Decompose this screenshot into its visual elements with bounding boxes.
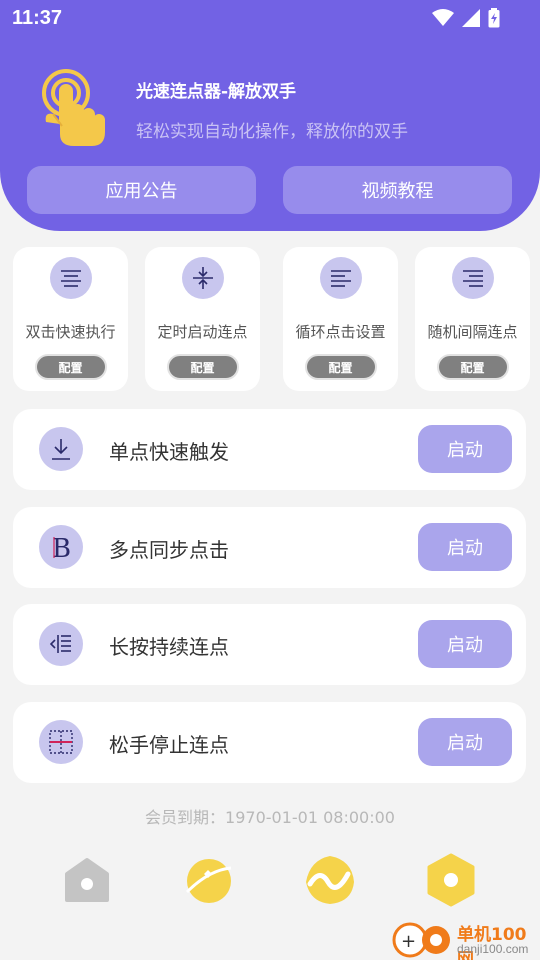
configure-button[interactable]: 配置: [304, 354, 377, 380]
watermark-logo-icon: +: [392, 922, 450, 958]
video-tutorial-button[interactable]: 视频教程: [283, 166, 512, 214]
feature-card-timed-start[interactable]: 定时启动连点 配置: [145, 247, 260, 391]
feature-label: 双击快速执行: [25, 323, 116, 341]
feature-label: 循环点击设置: [295, 323, 386, 341]
feature-card-loop-click[interactable]: 循环点击设置 配置: [283, 247, 398, 391]
align-left-icon: [319, 257, 362, 299]
configure-button[interactable]: 配置: [166, 354, 239, 380]
status-icons: [432, 8, 500, 28]
start-button[interactable]: 启动: [418, 718, 512, 766]
feature-label: 定时启动连点: [157, 323, 248, 341]
tap-hand-icon: [42, 69, 105, 146]
feature-card-random-interval[interactable]: 随机间隔连点 配置: [415, 247, 530, 391]
align-center-icon: [49, 257, 92, 299]
align-right-icon: [451, 257, 494, 299]
start-button[interactable]: 启动: [418, 425, 512, 473]
planet-icon[interactable]: [181, 852, 237, 908]
svg-text:B: B: [52, 534, 71, 560]
configure-button[interactable]: 配置: [34, 354, 107, 380]
app-subtitle: 轻松实现自动化操作，释放你的双手: [136, 122, 408, 142]
download-icon: [39, 427, 83, 471]
battery-icon: [488, 8, 500, 28]
mode-label: 单点快速触发: [109, 440, 229, 464]
status-bar: 11:37: [0, 0, 540, 36]
start-button[interactable]: 启动: [418, 620, 512, 668]
bold-b-icon: B: [39, 525, 83, 569]
feature-card-double-click[interactable]: 双击快速执行 配置: [13, 247, 128, 391]
settings-hexagon-icon[interactable]: [423, 852, 479, 908]
svg-text:+: +: [401, 931, 416, 952]
announcement-button[interactable]: 应用公告: [27, 166, 256, 214]
wave-icon[interactable]: [302, 852, 358, 908]
mode-label: 长按持续连点: [109, 635, 229, 659]
app-title: 光速连点器-解放双手: [136, 82, 297, 102]
mode-row-long-press: 长按持续连点 启动: [13, 604, 526, 685]
compress-icon: [181, 257, 224, 299]
signal-icon: [462, 9, 480, 27]
mode-label: 多点同步点击: [109, 538, 229, 562]
mode-label: 松手停止连点: [109, 733, 229, 757]
membership-expiry: 会员到期：1970-01-01 08:00:00: [145, 808, 395, 827]
mode-row-multi-point: B 多点同步点击 启动: [13, 507, 526, 588]
home-icon[interactable]: [59, 852, 115, 908]
start-button[interactable]: 启动: [418, 523, 512, 571]
feature-label: 随机间隔连点: [427, 323, 518, 341]
mode-row-single-point: 单点快速触发 启动: [13, 409, 526, 490]
configure-button[interactable]: 配置: [436, 354, 509, 380]
wifi-icon: [432, 9, 454, 26]
watermark-url: danji100.com: [457, 942, 529, 956]
indent-list-icon: [39, 622, 83, 666]
status-time: 11:37: [12, 7, 63, 29]
mode-row-release-stop: 松手停止连点 启动: [13, 702, 526, 783]
table-split-icon: [39, 720, 83, 764]
